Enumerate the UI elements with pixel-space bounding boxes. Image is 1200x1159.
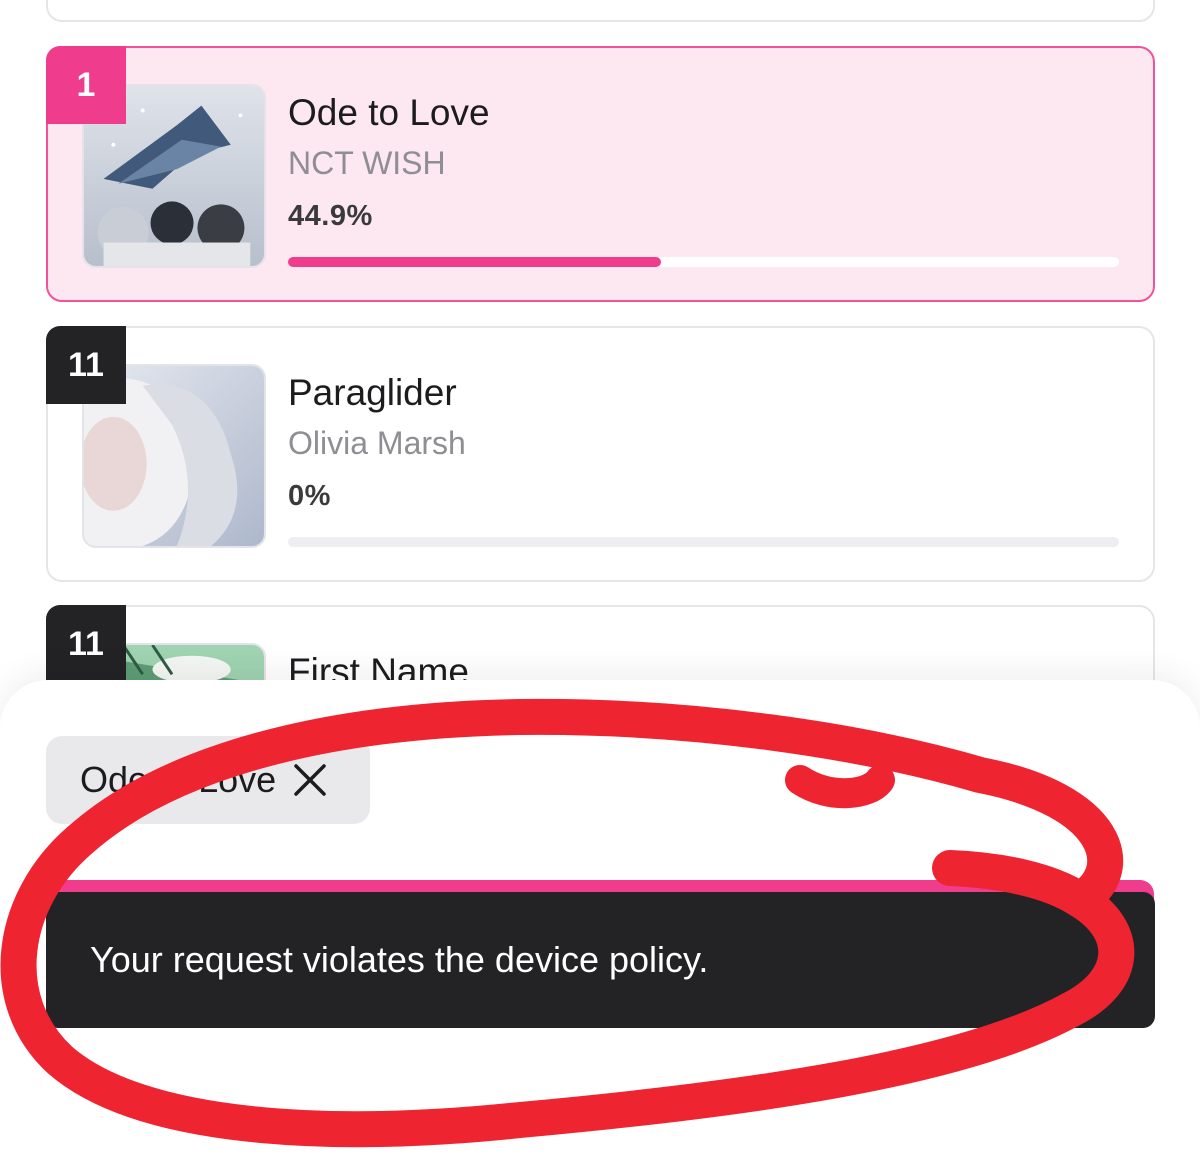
song-card-ode-to-love[interactable]: 1 Ode to Love NCT WISH 44.9% <box>46 46 1155 302</box>
toast-message: Your request violates the device policy. <box>90 939 709 980</box>
page: 1 Ode to Love NCT WISH 44.9% 11 Paraglid… <box>0 0 1200 1159</box>
progress-track <box>288 257 1119 267</box>
chip-label: Ode to Love <box>80 759 277 800</box>
rank-badge: 1 <box>46 46 126 124</box>
bottom-sheet: Ode to Love Your request violates the de… <box>0 680 1200 1159</box>
song-title: Paraglider <box>288 372 457 413</box>
vote-percentage: 44.9% <box>288 200 373 232</box>
rank-badge: 11 <box>46 326 126 404</box>
vote-percentage: 0% <box>288 480 331 512</box>
rank-badge: 11 <box>46 605 126 683</box>
song-title: Ode to Love <box>288 92 490 133</box>
selected-song-chip[interactable]: Ode to Love <box>46 736 371 824</box>
progress-track <box>288 537 1119 547</box>
song-card-partial[interactable] <box>46 0 1155 22</box>
progress-fill <box>288 257 662 267</box>
policy-error-toast: Your request violates the device policy. <box>46 892 1155 1028</box>
close-icon[interactable] <box>290 760 330 800</box>
song-card-paraglider[interactable]: 11 Paraglider Olivia Marsh 0% <box>46 326 1155 582</box>
song-artist: Olivia Marsh <box>288 425 466 461</box>
song-artist: NCT WISH <box>288 145 446 181</box>
